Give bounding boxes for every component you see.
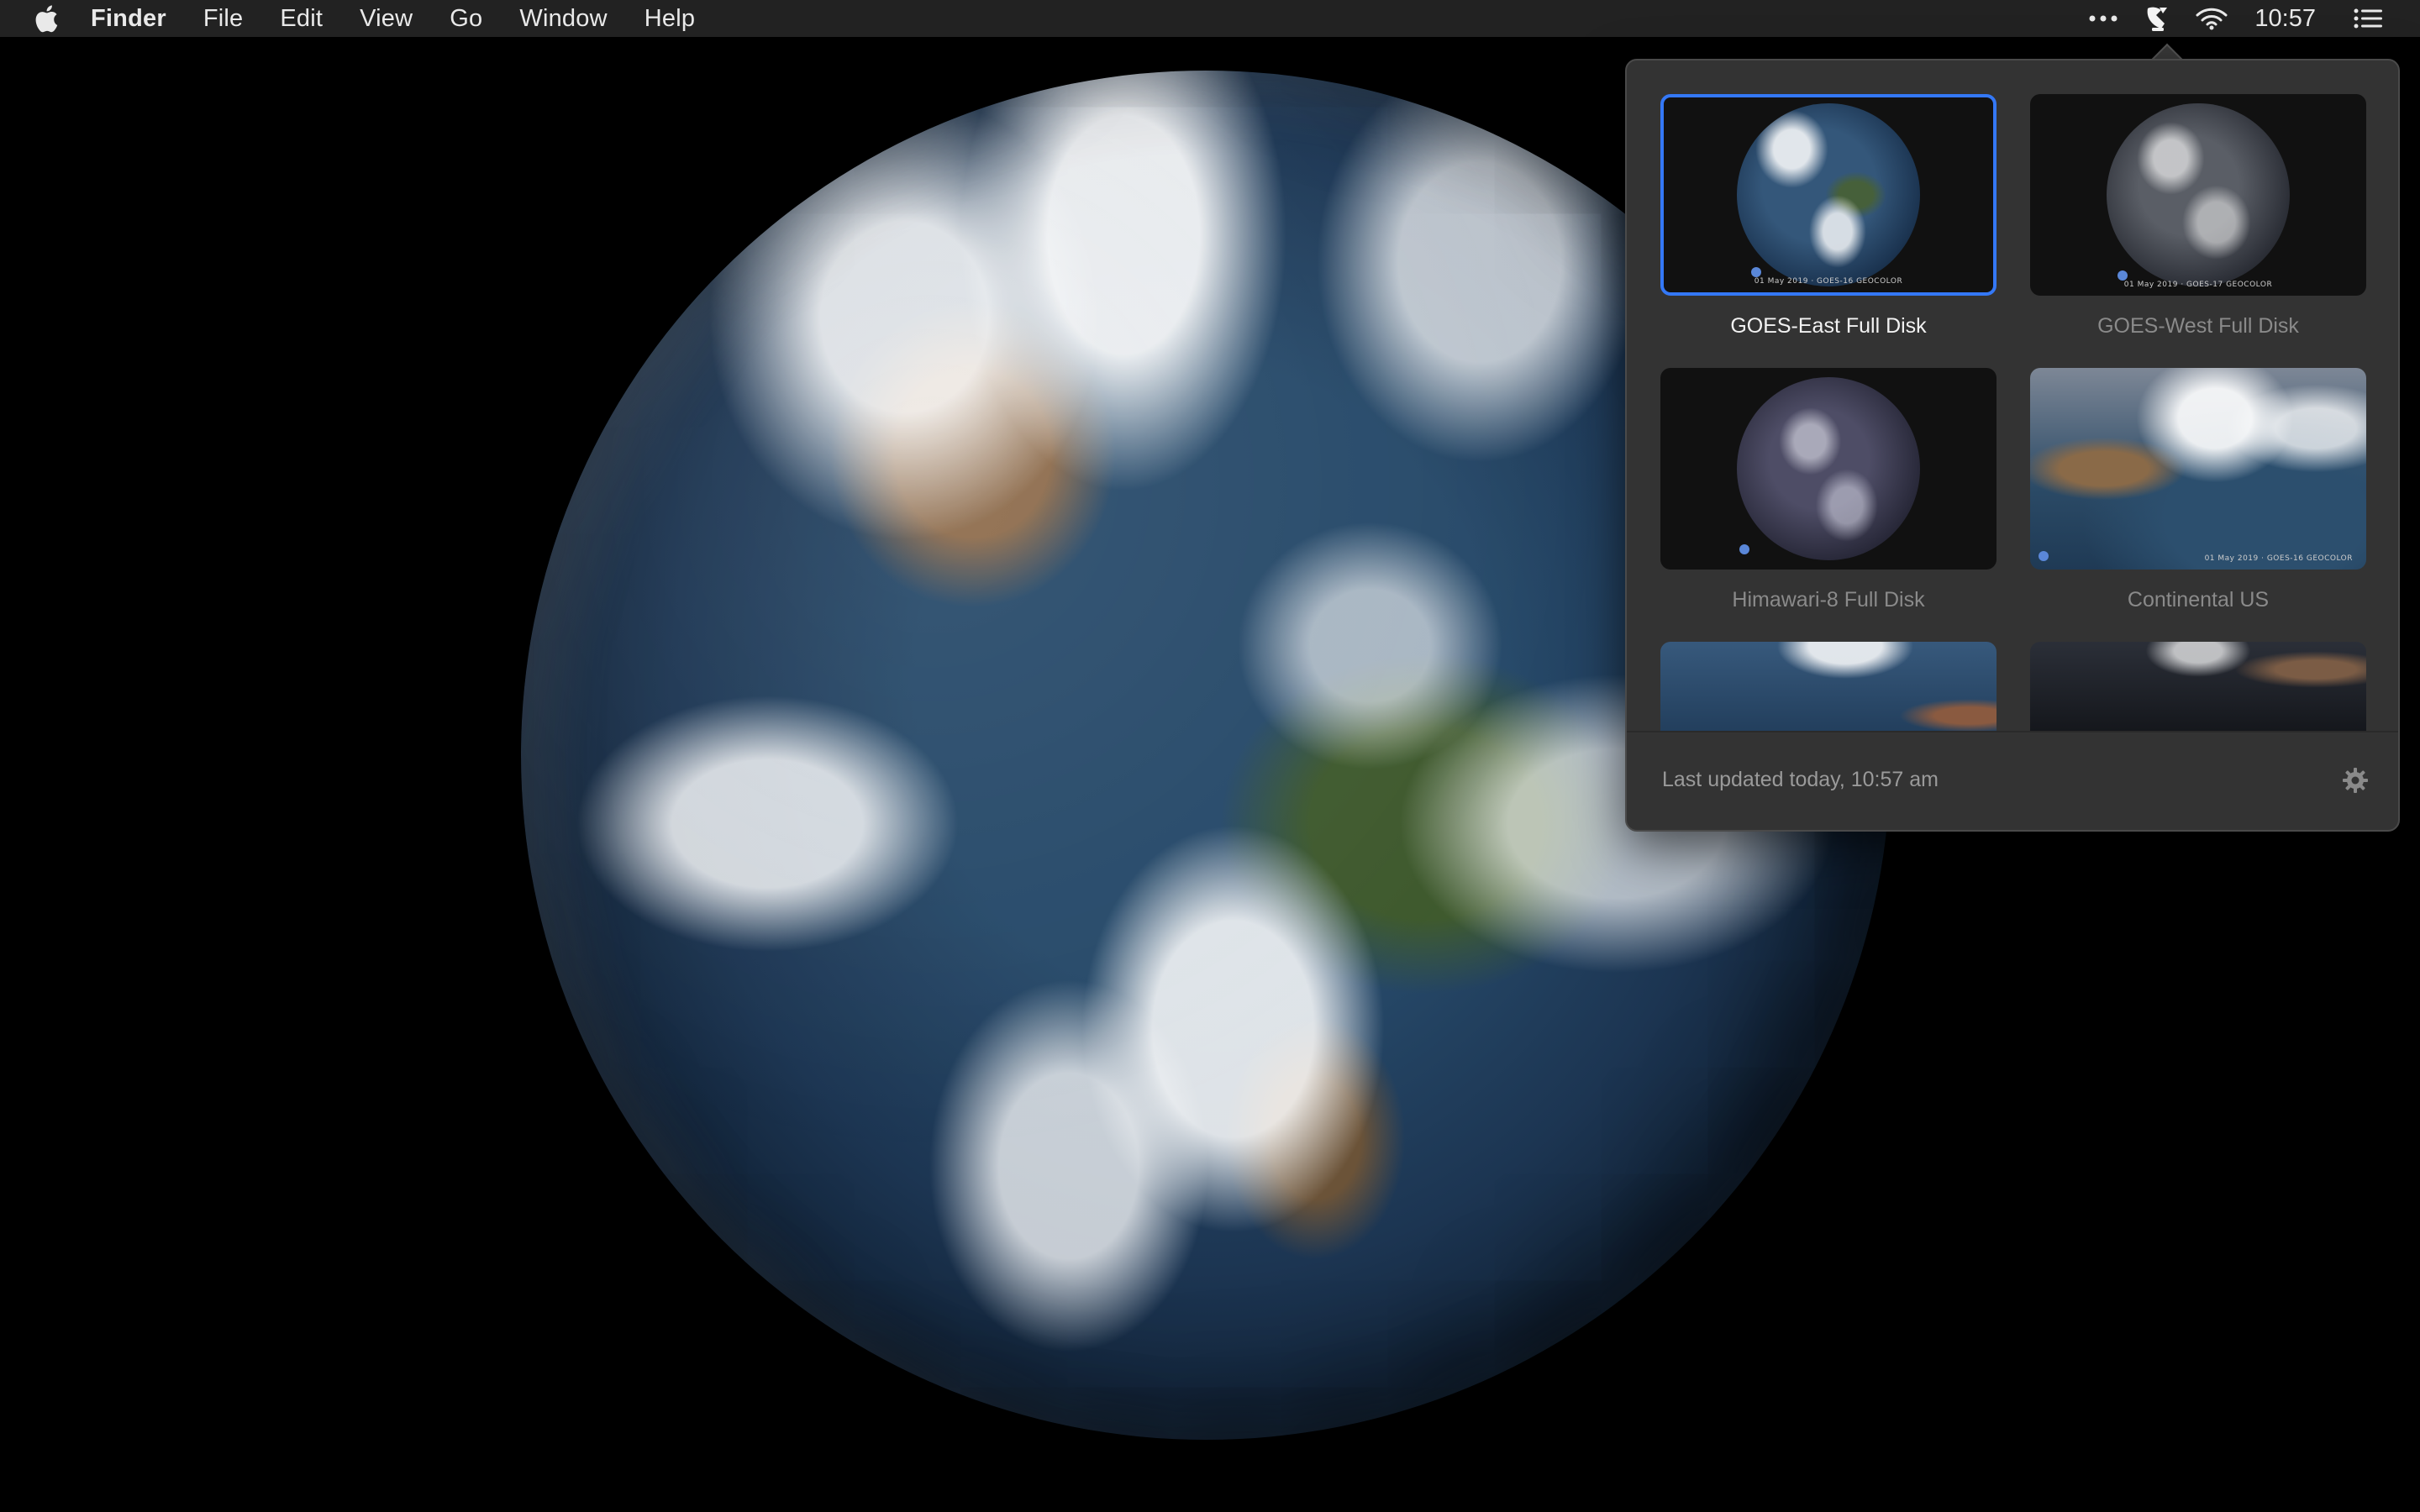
thumbnail-item-goes-east[interactable]: 01 May 2019 · GOES-16 GEOCOLOR GOES-East… — [1660, 94, 1996, 339]
menu-view[interactable]: View — [360, 5, 413, 33]
satellite-popover: 01 May 2019 · GOES-16 GEOCOLOR GOES-East… — [1625, 59, 2400, 832]
menu-bar-clock[interactable]: 10:57 — [2254, 5, 2316, 33]
thumbnail-label: GOES-West Full Disk — [2097, 314, 2299, 338]
menu-file[interactable]: File — [203, 5, 244, 33]
thumbnail-caption: 01 May 2019 · GOES-17 GEOCOLOR — [2123, 281, 2273, 289]
thumbnail-image-continental-us[interactable]: 01 May 2019 · GOES-16 GEOCOLOR — [2030, 368, 2366, 570]
thumbnail-item-goes-west[interactable]: 01 May 2019 · GOES-17 GEOCOLOR GOES-West… — [2030, 94, 2366, 339]
notification-list-icon[interactable] — [2349, 0, 2386, 37]
last-updated-text: Last updated today, 10:57 am — [1662, 768, 1939, 791]
thumbnail-item-continental-us[interactable]: 01 May 2019 · GOES-16 GEOCOLOR Continent… — [2030, 368, 2366, 612]
desktop: Finder File Edit View Go Window Help 10:… — [0, 0, 2420, 1512]
ellipsis-icon[interactable] — [2086, 0, 2120, 37]
noaa-logo-icon — [2118, 270, 2128, 281]
jma-logo-icon — [1739, 544, 1749, 554]
wifi-icon[interactable] — [2192, 0, 2231, 37]
thumbnail-image-goes-west[interactable]: 01 May 2019 · GOES-17 GEOCOLOR — [2030, 94, 2366, 296]
globe-thumbnail — [2107, 103, 2290, 286]
thumbnail-label: GOES-East Full Disk — [1730, 314, 1927, 338]
thumbnail-image-6[interactable] — [2030, 642, 2366, 732]
thumbnail-image-5[interactable] — [1660, 642, 1996, 732]
apple-logo-icon[interactable] — [34, 4, 59, 33]
thumbnail-image-himawari[interactable] — [1660, 368, 1996, 570]
menu-app-name[interactable]: Finder — [91, 5, 166, 33]
noaa-logo-icon — [1751, 267, 1761, 277]
footer-divider — [1627, 731, 2398, 732]
menu-bar: Finder File Edit View Go Window Help 10:… — [0, 0, 2420, 37]
thumbnail-image-goes-east[interactable]: 01 May 2019 · GOES-16 GEOCOLOR — [1660, 94, 1996, 296]
thumbnail-grid[interactable]: 01 May 2019 · GOES-16 GEOCOLOR GOES-East… — [1660, 94, 2366, 732]
thumbnail-label: Himawari-8 Full Disk — [1732, 588, 1925, 612]
thumbnail-item-5[interactable] — [1660, 642, 1996, 732]
thumbnail-item-himawari[interactable]: Himawari-8 Full Disk — [1660, 368, 1996, 612]
thumbnail-label: Continental US — [2127, 588, 2270, 612]
menu-window[interactable]: Window — [519, 5, 607, 33]
thumbnail-caption: 01 May 2019 · GOES-16 GEOCOLOR — [2204, 554, 2353, 563]
menu-go[interactable]: Go — [450, 5, 482, 33]
satellite-dish-icon[interactable] — [2139, 0, 2175, 37]
thumbnail-caption: 01 May 2019 · GOES-16 GEOCOLOR — [1754, 277, 1903, 286]
menu-help[interactable]: Help — [644, 5, 695, 33]
status-area: 10:57 — [2086, 0, 2420, 37]
globe-thumbnail — [1737, 377, 1920, 560]
globe-thumbnail — [1737, 103, 1920, 286]
gear-icon[interactable] — [2341, 766, 2370, 795]
thumbnail-item-6[interactable] — [2030, 642, 2366, 732]
menu-edit[interactable]: Edit — [280, 5, 323, 33]
